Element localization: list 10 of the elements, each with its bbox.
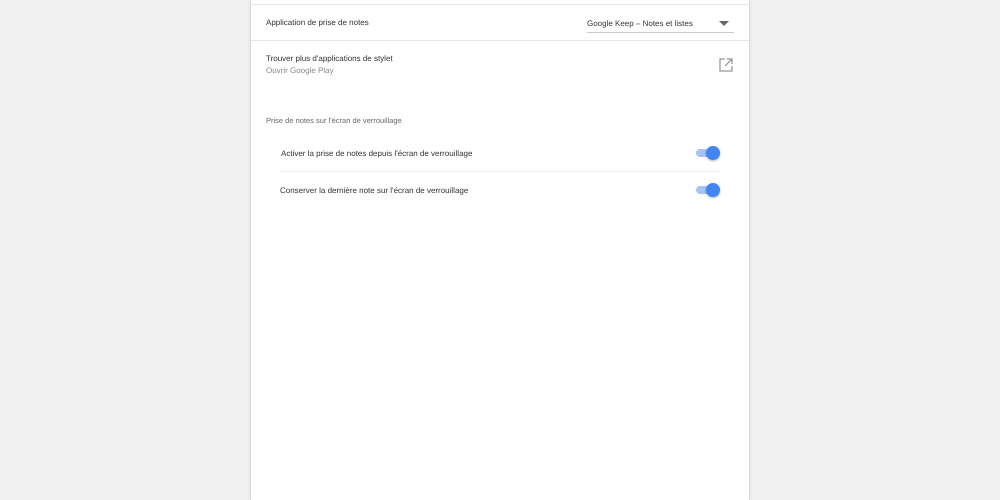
setting-label: Application de prise de notes	[266, 18, 369, 27]
setting-sublabel: Ouvrir Google Play	[266, 66, 335, 75]
caret-icon	[719, 20, 729, 26]
toggle-label: Conserver la dernière note sur l'écran de verrouillage	[280, 186, 468, 194]
setting-label: Trouver plus d'applications de stylet	[266, 54, 393, 63]
toggle-switch[interactable]	[696, 146, 720, 160]
app-dropdown[interactable]: Google Keep – Notes et listes	[587, 16, 734, 32]
toggle-label: Activer la prise de notes depuis l'écran de verrouillage	[281, 148, 472, 158]
toggle-switch[interactable]	[696, 183, 720, 197]
external-link-icon[interactable]	[719, 58, 733, 72]
